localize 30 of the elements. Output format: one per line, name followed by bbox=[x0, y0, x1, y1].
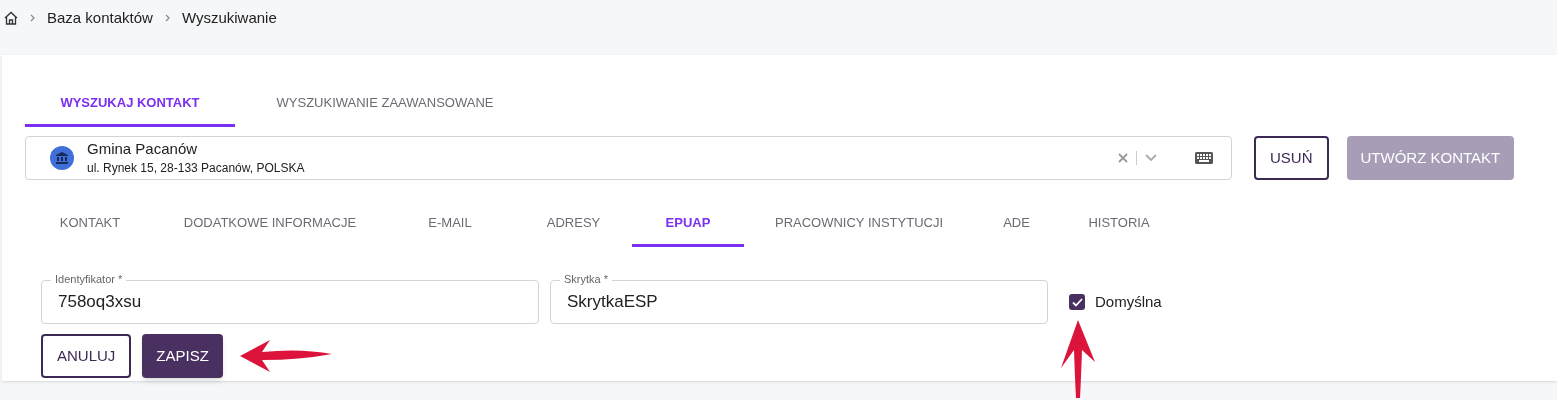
field-value: 758oq3xsu bbox=[58, 291, 142, 314]
outline-button[interactable]: USUŃ bbox=[1254, 136, 1329, 180]
tab[interactable]: ADRESY bbox=[515, 201, 632, 247]
tab[interactable]: WYSZUKIWANIE ZAAWANSOWANE bbox=[235, 81, 535, 127]
field-label: Skrytka * bbox=[560, 274, 612, 285]
chevron-icon bbox=[30, 14, 35, 22]
field-value: SkrytkaESP bbox=[567, 291, 658, 314]
outline-button[interactable]: ANULUJ bbox=[41, 334, 132, 378]
contact-address: ul. Rynek 15, 28-133 Pacanów, POLSKA bbox=[87, 161, 305, 177]
tab[interactable]: ADE bbox=[974, 201, 1059, 247]
checkbox[interactable] bbox=[1069, 294, 1085, 310]
institution-icon bbox=[50, 146, 74, 170]
primary-button[interactable]: ZAPISZ bbox=[142, 334, 223, 378]
contact-name: Gmina Pacanów bbox=[87, 139, 199, 159]
tab[interactable]: WYSZUKAJ KONTAKT bbox=[25, 81, 235, 127]
home-icon[interactable] bbox=[4, 11, 18, 25]
tab[interactable]: DODATKOWE INFORMACJE bbox=[155, 201, 385, 247]
clear-icon[interactable] bbox=[1118, 153, 1128, 163]
chevron-icon bbox=[164, 14, 170, 22]
tab[interactable]: KONTAKT bbox=[25, 201, 155, 247]
breadcrumb-item[interactable]: Baza kontaktów bbox=[47, 6, 153, 30]
field-label: Identyfikator * bbox=[51, 274, 127, 285]
tab[interactable]: EPUAP bbox=[632, 201, 744, 247]
keyboard-icon[interactable] bbox=[1195, 152, 1213, 164]
breadcrumb-item: Wyszukiwanie bbox=[181, 7, 277, 28]
checkbox-label: Domyślna bbox=[1095, 291, 1162, 312]
tab[interactable]: HISTORIA bbox=[1059, 201, 1179, 247]
tab[interactable]: PRACOWNICY INSTYTUCJI bbox=[744, 201, 974, 247]
tab[interactable]: E-MAIL bbox=[385, 201, 515, 247]
contact-select[interactable]: Gmina Pacanów ul. Rynek 15, 28-133 Pacanów, POLSKA bbox=[25, 136, 1232, 180]
